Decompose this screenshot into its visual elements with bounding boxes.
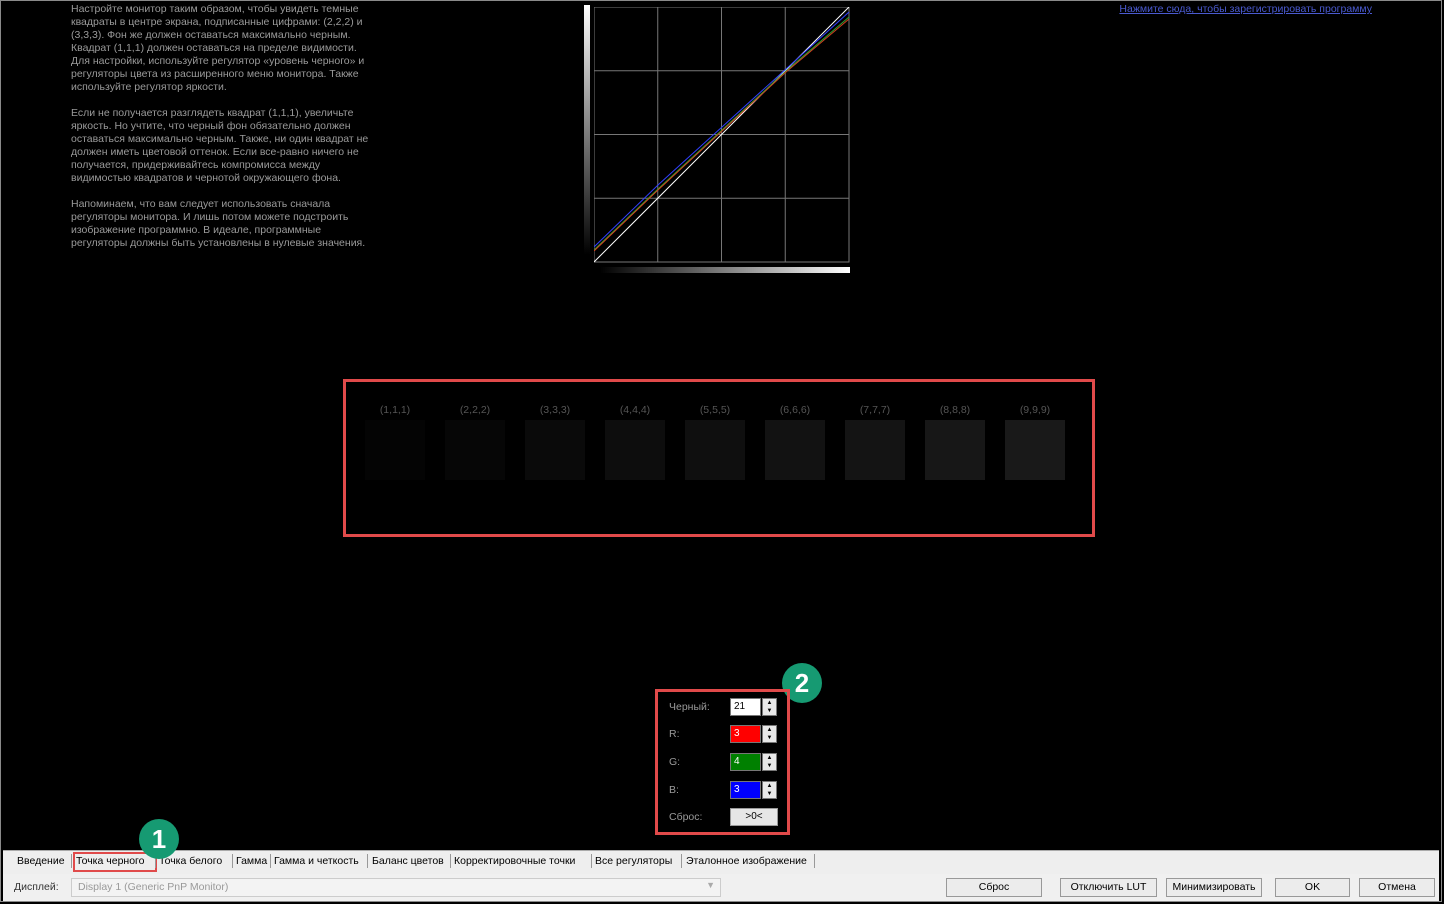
reset-label: Сброс: — [669, 811, 703, 823]
test-square-label: (7,7,7) — [859, 404, 891, 416]
test-square-label: (2,2,2) — [459, 404, 491, 416]
tab-gamma[interactable]: Гамма — [236, 854, 267, 869]
black-level-row: Черный: 21 ▲ ▼ — [669, 698, 781, 718]
display-select[interactable]: Display 1 (Generic PnP Monitor) ▼ — [71, 878, 721, 897]
instructions-paragraph-1: Настройте монитор таким образом, чтобы у… — [71, 3, 365, 93]
test-square-label: (6,6,6) — [779, 404, 811, 416]
reset-to-zero-button[interactable]: >0< — [730, 808, 778, 826]
tab-separator — [681, 854, 682, 868]
tab-separator — [232, 854, 233, 868]
display-label: Дисплей: — [14, 881, 59, 893]
ok-button[interactable]: OK — [1275, 878, 1350, 897]
tab-separator — [270, 854, 271, 868]
test-square-swatch — [845, 420, 905, 480]
test-square-swatch — [1005, 420, 1065, 480]
green-label: G: — [669, 756, 681, 768]
test-square-label: (8,8,8) — [939, 404, 971, 416]
test-square-swatch — [525, 420, 585, 480]
test-squares-panel: (1,1,1) (2,2,2) (3,3,3) (4,4,4) (5,5,5) … — [343, 379, 1095, 537]
instructions-paragraph-2: Если не получается разглядеть квадрат (1… — [71, 107, 369, 184]
test-square-4: (4,4,4) — [604, 404, 666, 480]
black-level-label: Черный: — [669, 701, 710, 713]
spin-up-icon[interactable]: ▲ — [763, 782, 776, 790]
blue-label: B: — [669, 784, 679, 796]
test-square-label: (1,1,1) — [379, 404, 411, 416]
register-link[interactable]: Нажмите сюда, чтобы зарегистрировать про… — [1119, 3, 1372, 15]
horizontal-gradient-bar — [600, 267, 850, 273]
spin-up-icon[interactable]: ▲ — [763, 754, 776, 762]
test-square-3: (3,3,3) — [524, 404, 586, 480]
tab-color-balance[interactable]: Баланс цветов — [372, 854, 444, 869]
spin-up-icon[interactable]: ▲ — [763, 699, 776, 707]
vertical-gradient-bar — [584, 5, 590, 255]
spin-down-icon[interactable]: ▼ — [763, 790, 776, 798]
tab-reference-image[interactable]: Эталонное изображение — [686, 854, 807, 869]
blue-input[interactable]: 3 — [730, 781, 761, 799]
cancel-button[interactable]: Отмена — [1359, 878, 1435, 897]
step-badge-1: 1 — [139, 819, 179, 859]
test-square-2: (2,2,2) — [444, 404, 506, 480]
chevron-down-icon[interactable]: ▼ — [706, 880, 715, 890]
tab-separator — [71, 854, 72, 868]
red-input[interactable]: 3 — [730, 725, 761, 743]
test-square-swatch — [605, 420, 665, 480]
tab-black-point[interactable]: Точка черного — [76, 854, 144, 869]
gamma-graph — [584, 5, 852, 275]
test-square-8: (8,8,8) — [924, 404, 986, 480]
test-square-6: (6,6,6) — [764, 404, 826, 480]
reset-row: Сброс: >0< — [669, 808, 781, 828]
tab-separator — [450, 854, 451, 868]
test-square-label: (9,9,9) — [1019, 404, 1051, 416]
test-square-1: (1,1,1) — [364, 404, 426, 480]
test-square-label: (3,3,3) — [539, 404, 571, 416]
blue-spinner[interactable]: ▲ ▼ — [762, 781, 777, 799]
test-square-9: (9,9,9) — [1004, 404, 1066, 480]
test-square-swatch — [685, 420, 745, 480]
test-square-swatch — [365, 420, 425, 480]
instructions-text: Настройте монитор таким образом, чтобы у… — [71, 3, 371, 263]
tab-separator — [591, 854, 592, 868]
test-square-swatch — [445, 420, 505, 480]
test-square-label: (4,4,4) — [619, 404, 651, 416]
tab-separator — [814, 854, 815, 868]
red-label: R: — [669, 728, 680, 740]
red-spinner[interactable]: ▲ ▼ — [762, 725, 777, 743]
black-level-spinner[interactable]: ▲ ▼ — [762, 698, 777, 716]
test-square-swatch — [765, 420, 825, 480]
spin-down-icon[interactable]: ▼ — [763, 762, 776, 770]
test-square-5: (5,5,5) — [684, 404, 746, 480]
minimize-button[interactable]: Минимизировать — [1166, 878, 1262, 897]
bottom-bar: Дисплей: Display 1 (Generic PnP Monitor)… — [3, 874, 1439, 901]
red-row: R: 3 ▲ ▼ — [669, 725, 781, 745]
spin-up-icon[interactable]: ▲ — [763, 726, 776, 734]
reset-button[interactable]: Сброс — [946, 878, 1042, 897]
test-square-7: (7,7,7) — [844, 404, 906, 480]
tab-correction-points[interactable]: Корректировочные точки — [454, 854, 575, 869]
black-point-controls: Черный: 21 ▲ ▼ R: 3 ▲ ▼ G: 4 ▲ ▼ B: 3 ▲ ▼ Сб… — [655, 689, 790, 835]
test-square-swatch — [925, 420, 985, 480]
spin-down-icon[interactable]: ▼ — [763, 707, 776, 715]
curve-plot — [594, 7, 850, 263]
tab-gamma-sharpness[interactable]: Гамма и четкость — [274, 854, 359, 869]
green-input[interactable]: 4 — [730, 753, 761, 771]
tab-all-controls[interactable]: Все регуляторы — [595, 854, 672, 869]
instructions-paragraph-3: Напоминаем, что вам следует использовать… — [71, 198, 366, 249]
black-level-input[interactable]: 21 — [730, 698, 761, 716]
green-spinner[interactable]: ▲ ▼ — [762, 753, 777, 771]
display-select-value: Display 1 (Generic PnP Monitor) — [78, 881, 229, 893]
tab-separator — [367, 854, 368, 868]
disable-lut-button[interactable]: Отключить LUT — [1060, 878, 1157, 897]
test-square-label: (5,5,5) — [699, 404, 731, 416]
tab-bar: Введение Точка черного Точка белого Гамм… — [3, 850, 1439, 874]
blue-row: B: 3 ▲ ▼ — [669, 781, 781, 801]
spin-down-icon[interactable]: ▼ — [763, 734, 776, 742]
green-row: G: 4 ▲ ▼ — [669, 753, 781, 773]
tab-intro[interactable]: Введение — [17, 854, 65, 869]
